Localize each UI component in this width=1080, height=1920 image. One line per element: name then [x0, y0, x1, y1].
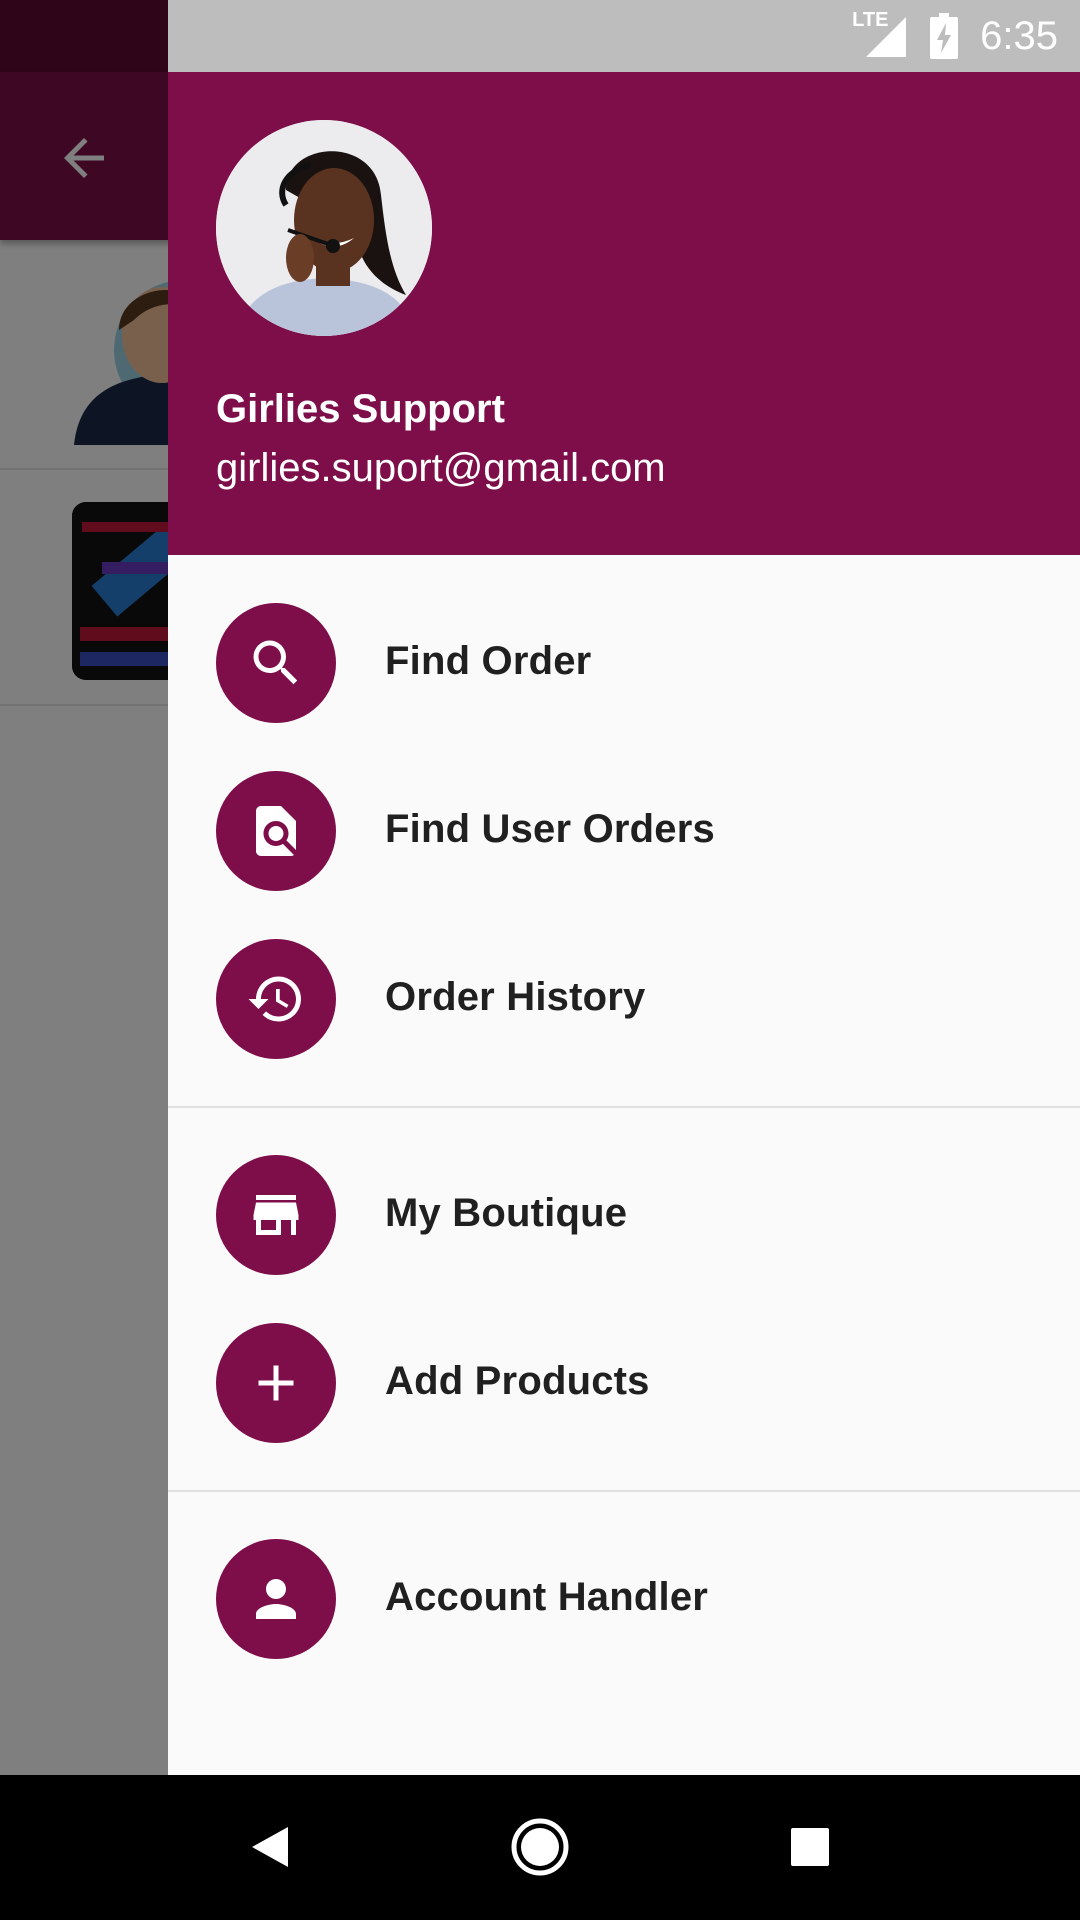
menu-item-label: Order History	[385, 975, 646, 1019]
menu-item-find-order[interactable]: Find Order	[168, 579, 1080, 747]
history-icon	[248, 976, 301, 1022]
menu-divider	[168, 1106, 1080, 1108]
recents-square-icon	[791, 1828, 829, 1866]
profile-email: girlies.suport@gmail.com	[216, 446, 666, 490]
nav-back-button[interactable]	[234, 1811, 306, 1883]
menu-item-find-user-orders[interactable]: Find User Orders	[168, 747, 1080, 915]
back-triangle-icon	[252, 1827, 288, 1867]
profile-avatar[interactable]	[216, 120, 432, 336]
add-icon	[258, 1365, 294, 1401]
menu-item-label: My Boutique	[385, 1191, 628, 1235]
person-icon	[256, 1579, 296, 1619]
menu-item-label: Add Products	[385, 1359, 650, 1403]
status-bar: LTE 6:35	[168, 0, 1080, 72]
menu-item-add-products[interactable]: Add Products	[168, 1299, 1080, 1467]
system-navigation-bar	[0, 1775, 1080, 1920]
menu-item-label: Find Order	[385, 639, 592, 683]
store-icon	[253, 1195, 299, 1235]
find-in-page-icon	[256, 806, 296, 856]
menu-divider	[168, 1490, 1080, 1492]
status-time: 6:35	[980, 13, 1058, 58]
menu-item-order-history[interactable]: Order History	[168, 915, 1080, 1083]
menu-item-label: Account Handler	[385, 1575, 709, 1619]
navigation-drawer: LTE 6:35 Girlies Support girlies.suport@…	[168, 0, 1080, 1775]
nav-home-button[interactable]	[504, 1811, 576, 1883]
menu-item-label: Find User Orders	[385, 807, 715, 851]
menu-item-my-boutique[interactable]: My Boutique	[168, 1131, 1080, 1299]
home-circle-icon	[511, 1818, 569, 1876]
drawer-header: Girlies Support girlies.suport@gmail.com	[168, 72, 1080, 555]
menu-item-account-handler[interactable]: Account Handler	[168, 1515, 1080, 1683]
profile-name: Girlies Support	[216, 387, 505, 431]
battery-charging-icon	[930, 13, 959, 59]
search-icon	[253, 640, 298, 685]
nav-recents-button[interactable]	[774, 1811, 846, 1883]
lte-signal-icon: LTE	[852, 9, 908, 59]
